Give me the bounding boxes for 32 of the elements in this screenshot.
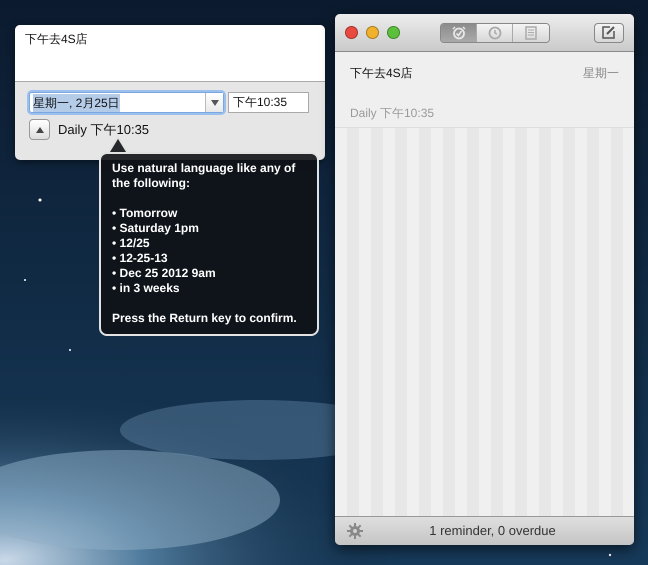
example-item: • 12/25 xyxy=(112,236,151,251)
view-tab[interactable] xyxy=(477,24,513,42)
example-item: • Dec 25 2012 9am xyxy=(112,266,217,281)
note-icon xyxy=(525,26,537,40)
compose-button[interactable] xyxy=(594,22,624,42)
repeat-summary: Daily 下午10:35 xyxy=(58,120,150,139)
alarm-clock-icon xyxy=(452,26,466,40)
clock-icon xyxy=(488,26,502,40)
reminder-row[interactable]: 下午去4S店 星期一 Daily 下午10:35 xyxy=(335,52,634,128)
reminder-repeat: Daily 下午10:35 xyxy=(350,106,434,120)
expand-button[interactable] xyxy=(29,119,50,140)
view-tab[interactable] xyxy=(513,24,549,42)
example-item: • Tomorrow xyxy=(112,206,178,221)
caret-icon xyxy=(210,100,218,106)
triangle-up-icon xyxy=(36,126,44,132)
view-tab[interactable] xyxy=(441,24,477,42)
tooltip-footer: Press the Return key to confirm. xyxy=(112,311,306,326)
status-text: 1 reminder, 0 overdue xyxy=(428,522,557,540)
example-item: • in 3 weeks xyxy=(112,281,181,296)
reminder-title: 下午去4S店 xyxy=(350,65,413,82)
gear-icon[interactable] xyxy=(347,523,363,539)
example-item: • Saturday 1pm xyxy=(112,221,200,236)
time-field[interactable]: 下午10:35 xyxy=(228,92,309,113)
note-text[interactable]: 下午去4S店 xyxy=(25,32,88,46)
example-item: • 12-25-13 xyxy=(112,251,169,266)
minimize-button[interactable] xyxy=(366,26,379,39)
close-button[interactable] xyxy=(345,26,358,39)
tooltip-intro: Use natural language like any of the following: xyxy=(112,161,296,191)
zoom-button[interactable] xyxy=(387,26,400,39)
compose-icon xyxy=(602,26,616,39)
date-field[interactable]: 星期一, 2月25日 xyxy=(29,92,224,113)
reminder-day: 星期一 xyxy=(583,64,619,82)
